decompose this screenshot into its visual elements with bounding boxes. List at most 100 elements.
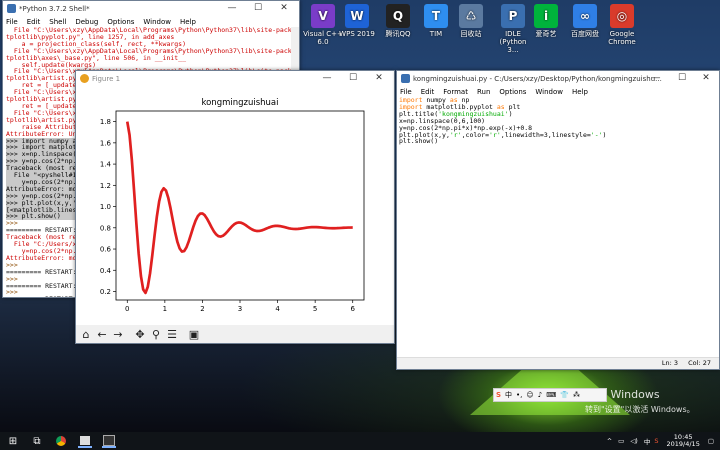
x-tick-label: 4 <box>275 305 280 313</box>
editor-window[interactable]: kongmingzuishuai.py - C:/Users/xzy/Deskt… <box>396 70 720 370</box>
shell-title: *Python 3.7.2 Shell* <box>19 4 90 13</box>
system-tray: ^ ▭ ◁) 中 S 10:45 2019/4/15 ▢ <box>607 432 714 450</box>
figure-titlebar[interactable]: Figure 1 — ☐ ✕ <box>76 71 394 86</box>
ime-item[interactable]: ⁂ <box>573 391 580 399</box>
desktop-app-icon: P <box>501 4 525 28</box>
y-tick-label: 0.2 <box>100 288 111 296</box>
ime-item[interactable]: ♪ <box>538 391 542 399</box>
configure-subplots-icon[interactable]: ☰ <box>165 327 179 341</box>
ime-tray-icon[interactable]: S <box>654 437 658 445</box>
ime-item[interactable]: S <box>496 391 501 399</box>
start-button[interactable]: ⊞ <box>6 434 20 448</box>
desktop-app-icon: W <box>345 4 369 28</box>
taskbar-chrome[interactable] <box>54 434 68 448</box>
editor-menu-format[interactable]: Format <box>443 88 468 96</box>
desktop-app-icon: ◎ <box>610 4 634 28</box>
editor-menu-options[interactable]: Options <box>499 88 526 96</box>
shell-menu-options[interactable]: Options <box>107 18 134 26</box>
save-icon[interactable]: ▣ <box>187 327 201 341</box>
shell-titlebar[interactable]: *Python 3.7.2 Shell* — ☐ ✕ <box>3 1 299 16</box>
desktop-icon-label: Google Chrome <box>608 30 636 46</box>
desktop-app-icon: i <box>534 4 558 28</box>
close-button[interactable]: ✕ <box>695 71 717 86</box>
minimize-button[interactable]: — <box>645 71 667 86</box>
ime-item[interactable]: •, <box>516 391 522 399</box>
activation-subtitle: 转到"设置"以激活 Windows。 <box>585 405 695 414</box>
desktop-icon-label: 腾讯QQ <box>385 30 411 38</box>
pan-icon[interactable]: ✥ <box>133 327 147 341</box>
shell-menu-debug[interactable]: Debug <box>75 18 98 26</box>
y-tick-label: 1.0 <box>100 203 111 211</box>
task-view-button[interactable]: ⧉ <box>30 434 44 448</box>
editor-statusbar: Ln: 3 Col: 27 <box>397 357 719 369</box>
desktop-icon-2[interactable]: W WPS 2019 <box>337 4 377 38</box>
desktop-icon-label: TIM <box>429 30 443 38</box>
code-editor[interactable]: import numpy as np import matplotlib.pypl… <box>399 97 719 145</box>
minimize-button[interactable]: — <box>316 71 338 86</box>
zoom-icon[interactable]: ⚲ <box>149 327 163 341</box>
matplotlib-icon <box>80 74 89 83</box>
maximize-button[interactable]: ☐ <box>247 1 269 16</box>
ime-item[interactable]: ☺ <box>526 391 533 399</box>
line-indicator: Ln: 3 <box>661 359 679 367</box>
tray-up-arrow-icon[interactable]: ^ <box>607 437 612 445</box>
editor-menu-help[interactable]: Help <box>572 88 588 96</box>
desktop-icon-5[interactable]: ♺ 回收站 <box>451 4 491 38</box>
desktop-icon-label: 百度网盘 <box>571 30 599 38</box>
plot-canvas[interactable]: kongmingzuishuai 0 1 2 3 4 5 6 0.2 0.4 0.6 0.8 1.0 1.… <box>76 87 394 323</box>
forward-arrow-icon[interactable]: → <box>111 327 125 341</box>
desktop-icon-9[interactable]: ◎ Google Chrome <box>602 4 642 46</box>
shell-menu-help[interactable]: Help <box>180 18 196 26</box>
editor-titlebar[interactable]: kongmingzuishuai.py - C:/Users/xzy/Deskt… <box>397 71 719 86</box>
editor-menu-file[interactable]: File <box>400 88 412 96</box>
y-tick-label: 1.8 <box>100 118 111 126</box>
taskbar-figure[interactable] <box>102 434 116 448</box>
desktop-icon-4[interactable]: T TIM <box>416 4 456 38</box>
clock[interactable]: 10:45 2019/4/15 <box>667 434 700 448</box>
back-arrow-icon[interactable]: ← <box>95 327 109 341</box>
figure-title: Figure 1 <box>92 74 121 83</box>
close-button[interactable]: ✕ <box>368 71 390 86</box>
y-tick-label: 0.6 <box>100 246 112 254</box>
shell-menu-edit[interactable]: Edit <box>27 18 41 26</box>
clock-date: 2019/4/15 <box>666 440 700 448</box>
x-tick-label: 5 <box>313 305 317 313</box>
desktop-icon-label: WPS 2019 <box>339 30 375 38</box>
ime-item[interactable]: 中 <box>505 390 512 400</box>
shell-menu-shell[interactable]: Shell <box>49 18 66 26</box>
desktop-icon-3[interactable]: Q 腾讯QQ <box>378 4 418 38</box>
chart-title: kongmingzuishuai <box>201 98 278 108</box>
minimize-button[interactable]: — <box>221 1 243 16</box>
desktop-icon-label: 爱奇艺 <box>535 30 557 38</box>
python-icon <box>401 74 410 83</box>
ime-toolbar[interactable]: S 中 •, ☺ ♪ ⌨ 👕 ⁂ <box>493 388 607 402</box>
desktop-app-icon: ∞ <box>573 4 597 28</box>
editor-menu-edit[interactable]: Edit <box>421 88 435 96</box>
figure-window[interactable]: Figure 1 — ☐ ✕ kongmingzuishuai 0 1 2 3 4 5 6 0.… <box>75 70 395 344</box>
code-line: plt.plot(x,y,'r',color='r',linewidth=3,l… <box>399 130 719 139</box>
taskbar-idle[interactable] <box>78 434 92 448</box>
taskbar: ⊞ ⧉ ^ ▭ ◁) 中 S 10:45 2019/4/15 ▢ <box>0 432 720 450</box>
x-tick-label: 0 <box>125 305 129 313</box>
input-language[interactable]: 中 <box>644 436 651 446</box>
shell-menu-file[interactable]: File <box>6 18 18 26</box>
code-token: plt.show() <box>399 137 439 146</box>
close-button[interactable]: ✕ <box>273 1 295 16</box>
desktop-icon-label: 回收站 <box>460 30 482 38</box>
desktop-icon-7[interactable]: i 爱奇艺 <box>526 4 566 38</box>
volume-icon[interactable]: ◁) <box>630 437 638 445</box>
shell-menu-window[interactable]: Window <box>143 18 171 26</box>
editor-menu-run[interactable]: Run <box>477 88 490 96</box>
maximize-button[interactable]: ☐ <box>342 71 364 86</box>
home-icon[interactable]: ⌂ <box>79 327 93 341</box>
editor-menu-window[interactable]: Window <box>535 88 563 96</box>
code-token: '-' <box>590 130 603 139</box>
desktop-app-icon: ♺ <box>459 4 483 28</box>
network-icon[interactable]: ▭ <box>618 437 624 445</box>
notification-icon[interactable]: ▢ <box>708 437 714 445</box>
desktop-icon-8[interactable]: ∞ 百度网盘 <box>565 4 605 38</box>
maximize-button[interactable]: ☐ <box>671 71 693 86</box>
plot-axes-frame <box>115 110 365 301</box>
ime-item[interactable]: ⌨ <box>546 391 556 399</box>
ime-item[interactable]: 👕 <box>560 391 569 399</box>
